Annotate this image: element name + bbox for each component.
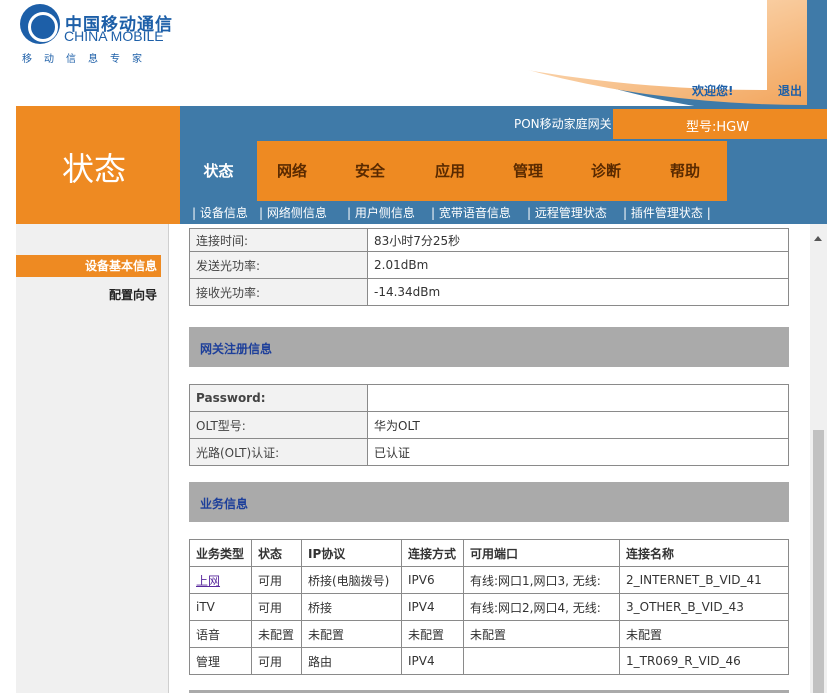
table-cell: 可用 [251, 647, 302, 675]
vertical-scrollbar[interactable] [810, 224, 827, 693]
logout-link[interactable]: 退出 [778, 82, 802, 99]
china-mobile-logo: 中国移动通信 CHINA MOBILE 移动信息专家 [20, 4, 180, 65]
submenu-plugin-mgmt[interactable]: | 插件管理状态 | [623, 204, 711, 221]
table-cell: IPV6 [401, 566, 464, 594]
top-navigation: PON移动家庭网关 型号:HGW 状态 网络 安全 应用 管理 诊断 帮助 | … [180, 106, 827, 224]
sub-menu: | 设备信息 | 网络侧信息 | 用户侧信息 | 宽带语音信息 | 远程管理状态… [180, 201, 827, 224]
product-name: PON移动家庭网关 [514, 117, 612, 131]
content-panel: 连接时间: 83小时7分25秒 发送光功率: 2.01dBm 接收光功率: -1… [168, 224, 827, 693]
menu-management[interactable]: 管理 [493, 141, 563, 201]
header-banner: 中国移动通信 CHINA MOBILE 移动信息专家 欢迎您! 退出 [16, 0, 827, 106]
table-row: 光路(OLT)认证: 已认证 [189, 438, 789, 466]
table-row: Password: [189, 384, 789, 412]
model-text: 型号:HGW [686, 120, 750, 135]
logo-slogan: 移动信息专家 [22, 54, 154, 65]
table-row: iTV 可用 桥接 IPV4 有线:网口2,网口4, 无线: 3_OTHER_B… [189, 593, 789, 621]
table-cell: 有线:网口1,网口3, 无线: [463, 566, 620, 594]
model-badge: 型号:HGW [613, 109, 827, 139]
row-key: 发送光功率: [189, 251, 368, 279]
row-key: Password: [189, 384, 368, 412]
menu-security[interactable]: 安全 [335, 141, 405, 201]
table-cell: iTV [189, 593, 252, 621]
service-internet-link[interactable]: 上网 [196, 574, 220, 588]
sidebar-item-device-basic-info[interactable]: 设备基本信息 [16, 255, 161, 277]
menu-network[interactable]: 网络 [257, 141, 327, 201]
welcome-text: 欢迎您! [692, 84, 734, 98]
submenu-user-info[interactable]: | 用户侧信息 [347, 204, 415, 221]
service-info-header: 业务信息 [189, 482, 789, 522]
column-header: 连接名称 [619, 539, 789, 567]
table-cell: 路由 [301, 647, 402, 675]
logo-en-text: CHINA MOBILE [64, 28, 164, 44]
table-cell: 未配置 [301, 620, 402, 648]
main-menu: 状态 网络 安全 应用 管理 诊断 帮助 [180, 141, 727, 201]
gateway-registration-header: 网关注册信息 [189, 327, 789, 367]
table-cell: 2_INTERNET_B_VID_41 [619, 566, 789, 594]
row-key: 接收光功率: [189, 278, 368, 306]
table-cell: 1_TR069_R_VID_46 [619, 647, 789, 675]
table-header-row: 业务类型 状态 IP协议 连接方式 可用端口 连接名称 [189, 539, 789, 567]
submenu-network-info[interactable]: | 网络侧信息 [259, 204, 327, 221]
menu-help[interactable]: 帮助 [650, 141, 720, 201]
sidebar-item-config-wizard[interactable]: 配置向导 [16, 284, 161, 306]
table-cell: 未配置 [463, 620, 620, 648]
left-sidebar: 设备基本信息 配置向导 [16, 224, 168, 693]
table-cell: 有线:网口2,网口4, 无线: [463, 593, 620, 621]
optical-info-table: 连接时间: 83小时7分25秒 发送光功率: 2.01dBm 接收光功率: -1… [189, 228, 789, 306]
table-row: 上网 可用 桥接(电脑拨号) IPV6 有线:网口1,网口3, 无线: 2_IN… [189, 566, 789, 594]
table-row: 管理 可用 路由 IPV4 1_TR069_R_VID_46 [189, 647, 789, 675]
table-row: 连接时间: 83小时7分25秒 [189, 228, 789, 252]
scroll-thumb[interactable] [813, 430, 824, 693]
service-info-table: 业务类型 状态 IP协议 连接方式 可用端口 连接名称 上网 可用 桥接(电脑拨… [189, 539, 789, 675]
table-cell: 可用 [251, 566, 302, 594]
section-title-block: 状态 [16, 106, 180, 224]
table-cell: 3_OTHER_B_VID_43 [619, 593, 789, 621]
row-value: 83小时7分25秒 [367, 228, 789, 252]
row-value: 2.01dBm [367, 251, 789, 279]
row-value: 华为OLT [367, 411, 789, 439]
row-value: -14.34dBm [367, 278, 789, 306]
row-value [367, 384, 789, 412]
table-cell: 语音 [189, 620, 252, 648]
row-key: OLT型号: [189, 411, 368, 439]
row-value: 已认证 [367, 438, 789, 466]
scroll-up-arrow-icon[interactable] [814, 236, 822, 241]
section-heading: 业务信息 [200, 497, 249, 511]
table-cell: 未配置 [251, 620, 302, 648]
menu-status[interactable]: 状态 [180, 141, 257, 201]
table-row: 语音 未配置 未配置 未配置 未配置 未配置 [189, 620, 789, 648]
column-header: 状态 [251, 539, 302, 567]
submenu-remote-mgmt[interactable]: | 远程管理状态 [527, 204, 607, 221]
table-row: OLT型号: 华为OLT [189, 411, 789, 439]
table-row: 接收光功率: -14.34dBm [189, 278, 789, 306]
table-cell: 桥接 [301, 593, 402, 621]
service-type-cell: 上网 [189, 566, 252, 594]
gateway-registration-table: Password: OLT型号: 华为OLT 光路(OLT)认证: 已认证 [189, 384, 789, 466]
router-admin-page: 中国移动通信 CHINA MOBILE 移动信息专家 欢迎您! 退出 状态 PO… [0, 0, 827, 693]
table-cell: 可用 [251, 593, 302, 621]
column-header: 连接方式 [401, 539, 464, 567]
menu-diagnostics[interactable]: 诊断 [571, 141, 641, 201]
submenu-voice-info[interactable]: | 宽带语音信息 [431, 204, 511, 221]
column-header: 可用端口 [463, 539, 620, 567]
row-key: 光路(OLT)认证: [189, 438, 368, 466]
column-header: IP协议 [301, 539, 402, 567]
table-row: 发送光功率: 2.01dBm [189, 251, 789, 279]
table-cell: 未配置 [619, 620, 789, 648]
section-title: 状态 [62, 150, 127, 188]
column-header: 业务类型 [189, 539, 252, 567]
table-cell: IPV4 [401, 647, 464, 675]
row-key: 连接时间: [189, 228, 368, 252]
table-cell [463, 647, 620, 675]
table-cell: IPV4 [401, 593, 464, 621]
menu-application[interactable]: 应用 [415, 141, 485, 201]
logo-icon [20, 4, 60, 44]
table-cell: 管理 [189, 647, 252, 675]
table-cell: 未配置 [401, 620, 464, 648]
submenu-device-info[interactable]: | 设备信息 [192, 204, 248, 221]
table-cell: 桥接(电脑拨号) [301, 566, 402, 594]
section-heading: 网关注册信息 [200, 342, 273, 356]
